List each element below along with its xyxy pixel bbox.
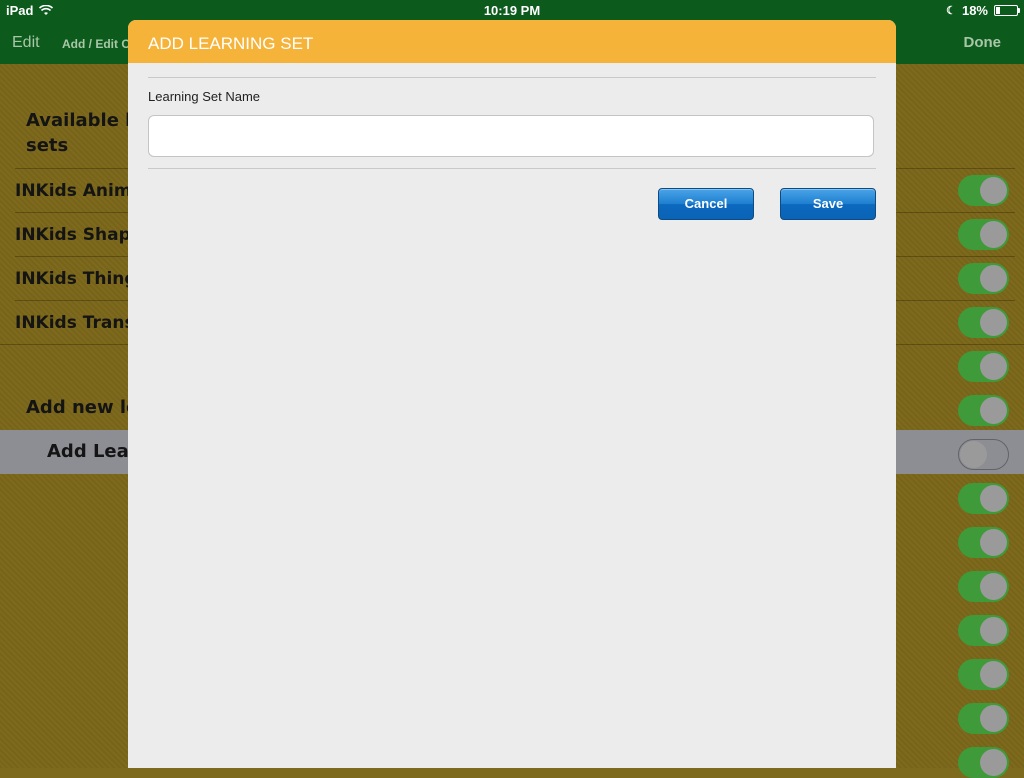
moon-icon: ☾ — [946, 5, 956, 17]
visibility-toggle[interactable] — [958, 703, 1009, 734]
battery-percent: 18% — [961, 3, 988, 18]
nav-title: Add / Edit C — [62, 37, 130, 51]
learning-set-name-label: Learning Set Name — [148, 89, 261, 104]
visibility-toggle[interactable] — [958, 307, 1009, 338]
available-sets-header-line1: Available le — [26, 110, 144, 131]
learning-set-row-animals[interactable]: INKids Anima — [15, 181, 143, 201]
battery-icon — [994, 5, 1020, 16]
toggle-knob — [980, 353, 1007, 380]
visibility-toggle[interactable] — [958, 263, 1009, 294]
available-sets-header: Available le sets — [26, 110, 144, 156]
learning-set-row-things[interactable]: INKids Thing — [15, 269, 137, 289]
add-new-set-header: Add new le — [26, 397, 139, 418]
toggle-knob — [980, 617, 1007, 644]
toggle-knob — [980, 221, 1007, 248]
visibility-toggle[interactable] — [958, 527, 1009, 558]
cancel-button[interactable]: Cancel — [658, 188, 754, 220]
divider — [148, 77, 876, 78]
toggle-knob — [980, 705, 1007, 732]
status-time: 10:19 PM — [483, 3, 541, 18]
visibility-toggle[interactable] — [958, 351, 1009, 382]
toggle-knob — [980, 177, 1007, 204]
toggle-knob — [980, 265, 1007, 292]
visibility-toggle[interactable] — [958, 571, 1009, 602]
visibility-toggle[interactable] — [958, 439, 1009, 470]
edit-button[interactable]: Edit — [12, 34, 40, 52]
learning-set-row-transport[interactable]: INKids Trans — [15, 313, 135, 333]
toggle-knob — [980, 749, 1007, 776]
toggle-knob — [960, 441, 987, 468]
modal-header: ADD LEARNING SET — [128, 20, 896, 63]
visibility-toggle[interactable] — [958, 747, 1009, 778]
toggle-knob — [980, 661, 1007, 688]
visibility-toggle[interactable] — [958, 483, 1009, 514]
learning-set-name-input[interactable] — [148, 115, 874, 157]
toggle-knob — [980, 573, 1007, 600]
visibility-toggle[interactable] — [958, 175, 1009, 206]
add-learning-set-label: Add Lear — [47, 441, 138, 462]
visibility-toggle[interactable] — [958, 395, 1009, 426]
divider — [148, 168, 876, 169]
modal-title: ADD LEARNING SET — [148, 34, 314, 53]
toggle-knob — [980, 309, 1007, 336]
done-button[interactable]: Done — [964, 34, 1002, 51]
available-sets-header-line2: sets — [26, 135, 69, 156]
visibility-toggle[interactable] — [958, 219, 1009, 250]
visibility-toggle[interactable] — [958, 659, 1009, 690]
status-bar: iPad 10:19 PM ☾ 18% — [0, 0, 1024, 20]
toggle-knob — [980, 397, 1007, 424]
toggle-knob — [980, 485, 1007, 512]
save-button[interactable]: Save — [780, 188, 876, 220]
visibility-toggle[interactable] — [958, 615, 1009, 646]
learning-set-row-shapes[interactable]: INKids Shape — [15, 225, 142, 245]
toggle-knob — [980, 529, 1007, 556]
add-learning-set-modal: ADD LEARNING SET Learning Set Name Cance… — [128, 20, 896, 768]
